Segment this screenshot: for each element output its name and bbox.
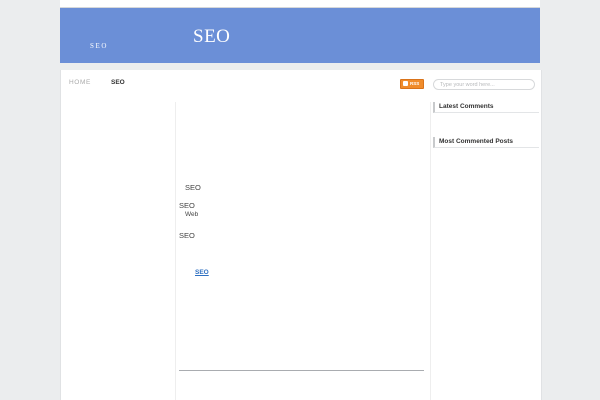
content-line: SEO: [179, 231, 195, 240]
site-title[interactable]: SEO: [193, 26, 230, 48]
content-divider: [179, 370, 424, 371]
top-strip: [60, 0, 540, 8]
site-tagline: SEO: [90, 42, 109, 50]
nav-item-home[interactable]: HOME: [69, 79, 91, 86]
widget-title-latest-comments: Latest Comments: [433, 102, 539, 113]
content-link[interactable]: SEO: [195, 269, 226, 276]
rss-label: RSS: [410, 81, 420, 86]
content-line: SEO: [179, 201, 195, 210]
rss-icon: [403, 81, 408, 86]
widget-title-most-commented-posts: Most Commented Posts: [433, 137, 539, 148]
content-line: SEO: [185, 183, 201, 192]
content-area: HOME SEO RSS SEO SEO Web SEO SEO Latest …: [60, 70, 542, 400]
main-content: SEO SEO Web SEO SEO: [175, 102, 431, 400]
search-box[interactable]: [433, 79, 535, 90]
content-line: Web: [185, 211, 199, 218]
header-gap: [60, 63, 540, 69]
nav-item-seo[interactable]: SEO: [111, 79, 125, 86]
search-input[interactable]: [440, 81, 530, 88]
header-banner: SEO SEO: [60, 8, 540, 63]
page: SEO SEO HOME SEO RSS SEO SEO Web SEO SEO…: [0, 0, 600, 400]
rss-button[interactable]: RSS: [400, 79, 424, 89]
